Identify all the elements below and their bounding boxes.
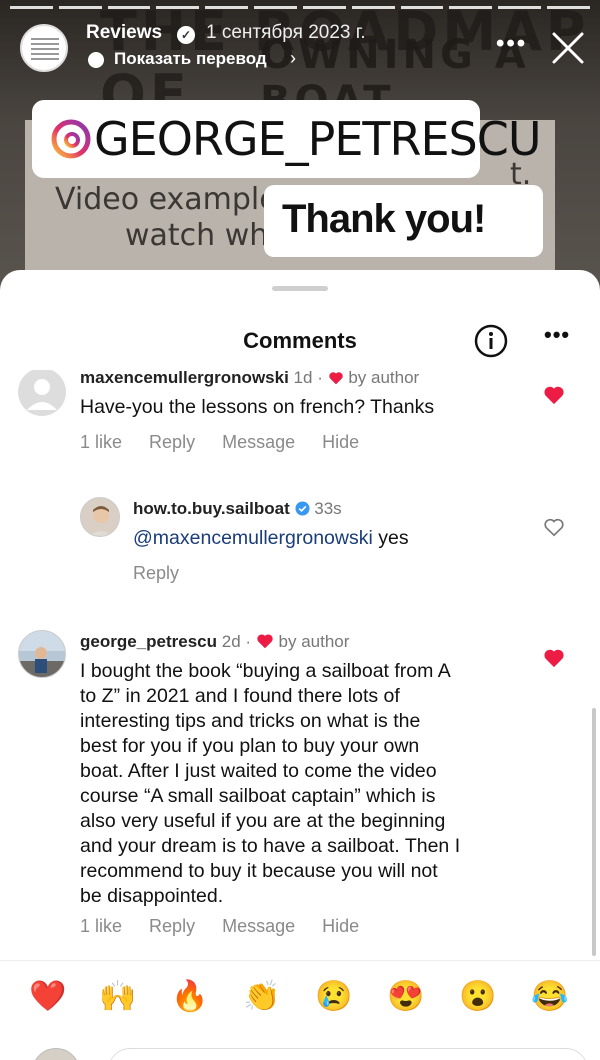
by-author-label: by author	[348, 370, 420, 387]
comment-text-line: @maxencemullergronowski yes	[133, 526, 409, 551]
message-button[interactable]: Message	[222, 432, 295, 452]
message-button[interactable]: Message	[222, 916, 295, 936]
comment-actions: 1 like Reply Message Hide	[80, 916, 381, 937]
thanks-text: Thank you!	[282, 197, 486, 241]
comment-text-line: to Z” in 2021 and I found there lots of	[80, 685, 400, 707]
account-name[interactable]: Reviews	[86, 22, 162, 44]
hide-button[interactable]: Hide	[322, 916, 359, 936]
comment-username[interactable]: how.to.buy.sailboat	[133, 499, 290, 518]
comment-time: 2d	[221, 632, 241, 651]
like-heart-outline-icon[interactable]	[543, 517, 565, 537]
reaction-clap-icon[interactable]: 👏	[242, 977, 282, 1017]
show-translation-link[interactable]: Показать перевод	[114, 49, 267, 69]
comment-reply-item: how.to.buy.sailboat 33s @maxencemullergr…	[0, 495, 600, 595]
comment-text-line: and your dream is to have a sailboat. Th…	[80, 835, 461, 857]
info-icon[interactable]	[474, 324, 508, 358]
comment-username-line: george_petrescu 2d · by author	[80, 632, 350, 651]
comment-actions: 1 like Reply Message Hide	[80, 432, 381, 453]
reaction-heart-eyes-icon[interactable]: 😍	[386, 977, 426, 1017]
by-author-label: by author	[278, 632, 350, 651]
translate-icon	[88, 52, 104, 68]
reaction-crying-icon[interactable]: 😢	[314, 977, 354, 1017]
verified-badge-icon	[294, 501, 310, 516]
scrollbar[interactable]	[592, 708, 596, 956]
sheet-more-icon[interactable]: •••	[544, 322, 570, 348]
comment-time: 1d	[293, 370, 313, 387]
like-heart-icon[interactable]	[543, 648, 565, 668]
comment-text-line: also very useful if you are at the begin…	[80, 810, 446, 832]
verified-badge-icon: ✓	[177, 26, 195, 44]
avatar[interactable]	[18, 630, 66, 678]
avatar[interactable]	[80, 497, 120, 537]
reply-button[interactable]: Reply	[149, 916, 195, 936]
reaction-surprised-icon[interactable]: 😮	[458, 977, 498, 1017]
comment-username-line: how.to.buy.sailboat 33s	[133, 499, 342, 519]
comment-username[interactable]: george_petrescu	[80, 632, 217, 651]
comment-text-line: recommend to buy it because you will not	[80, 860, 438, 882]
comment-time: 33s	[314, 499, 342, 518]
likes-count[interactable]: 1 like	[80, 916, 122, 936]
like-heart-icon[interactable]	[543, 385, 565, 405]
avatar[interactable]	[18, 370, 66, 416]
reaction-laughing-icon[interactable]: 😂	[530, 977, 570, 1017]
comment-text-line: best for you if you plan to buy your own	[80, 735, 420, 757]
comments-list: maxencemullergronowski 1d · by author Ha…	[0, 370, 600, 960]
mention-link[interactable]: @maxencemullergronowski	[133, 527, 373, 549]
comment-text-line: be disappointed.	[80, 885, 224, 907]
reaction-raised-hands-icon[interactable]: 🙌	[98, 977, 138, 1017]
comment-text: I bought the book “buying a sailboat fro…	[80, 659, 540, 909]
comment-text-line: course “A small sailboat captain” which …	[80, 785, 436, 807]
profile-photo-icon	[19, 631, 65, 677]
close-icon[interactable]	[548, 28, 588, 68]
comment-username[interactable]: maxencemullergronowski	[80, 370, 289, 387]
mention-username: GEORGE_PETRESCU	[94, 112, 542, 166]
story-date: 1 сентября 2023 г.	[206, 22, 366, 43]
reply-button[interactable]: Reply	[133, 563, 179, 583]
author-heart-icon	[328, 372, 343, 385]
chevron-right-icon: ›	[290, 48, 296, 68]
threads-icon	[51, 119, 91, 159]
comment-text: Have-you the lessons on french? Thanks	[80, 396, 435, 418]
hide-button[interactable]: Hide	[322, 432, 359, 452]
text-sticker: Thank you!	[264, 185, 543, 257]
comments-sheet: Comments ••• maxencemullergronowski 1d ·…	[0, 270, 600, 1060]
comment-item: george_petrescu 2d · by author I bought …	[0, 628, 600, 958]
comment-input[interactable]	[108, 1048, 588, 1060]
sheet-title: Comments	[243, 328, 357, 353]
comment-text-line: interesting tips and tricks on what is t…	[80, 710, 421, 732]
default-avatar-icon	[27, 379, 57, 410]
comment-text-line: I bought the book “buying a sailboat fro…	[80, 660, 451, 682]
comment-username-line: maxencemullergronowski 1d · by author	[80, 370, 420, 387]
comment-text-line: boat. After I just waited to come the vi…	[80, 760, 437, 782]
sheet-grabber-handle[interactable]	[272, 286, 328, 291]
profile-photo-icon	[89, 506, 113, 536]
mention-sticker[interactable]: GEORGE_PETRESCU	[32, 100, 542, 178]
reaction-heart-icon[interactable]: ❤️	[28, 977, 68, 1017]
comment-item: maxencemullergronowski 1d · by author Ha…	[0, 370, 600, 470]
likes-count[interactable]: 1 like	[80, 432, 122, 452]
comment-text: yes	[372, 527, 409, 549]
reply-button[interactable]: Reply	[149, 432, 195, 452]
comment-actions: Reply	[133, 563, 201, 584]
reaction-fire-icon[interactable]: 🔥	[170, 977, 210, 1017]
account-avatar[interactable]	[20, 24, 68, 72]
author-heart-icon	[257, 634, 273, 649]
quick-reactions-bar: ❤️ 🙌 🔥 👏 😢 😍 😮 😂	[0, 960, 600, 1050]
more-options-icon[interactable]: •••	[496, 30, 527, 58]
